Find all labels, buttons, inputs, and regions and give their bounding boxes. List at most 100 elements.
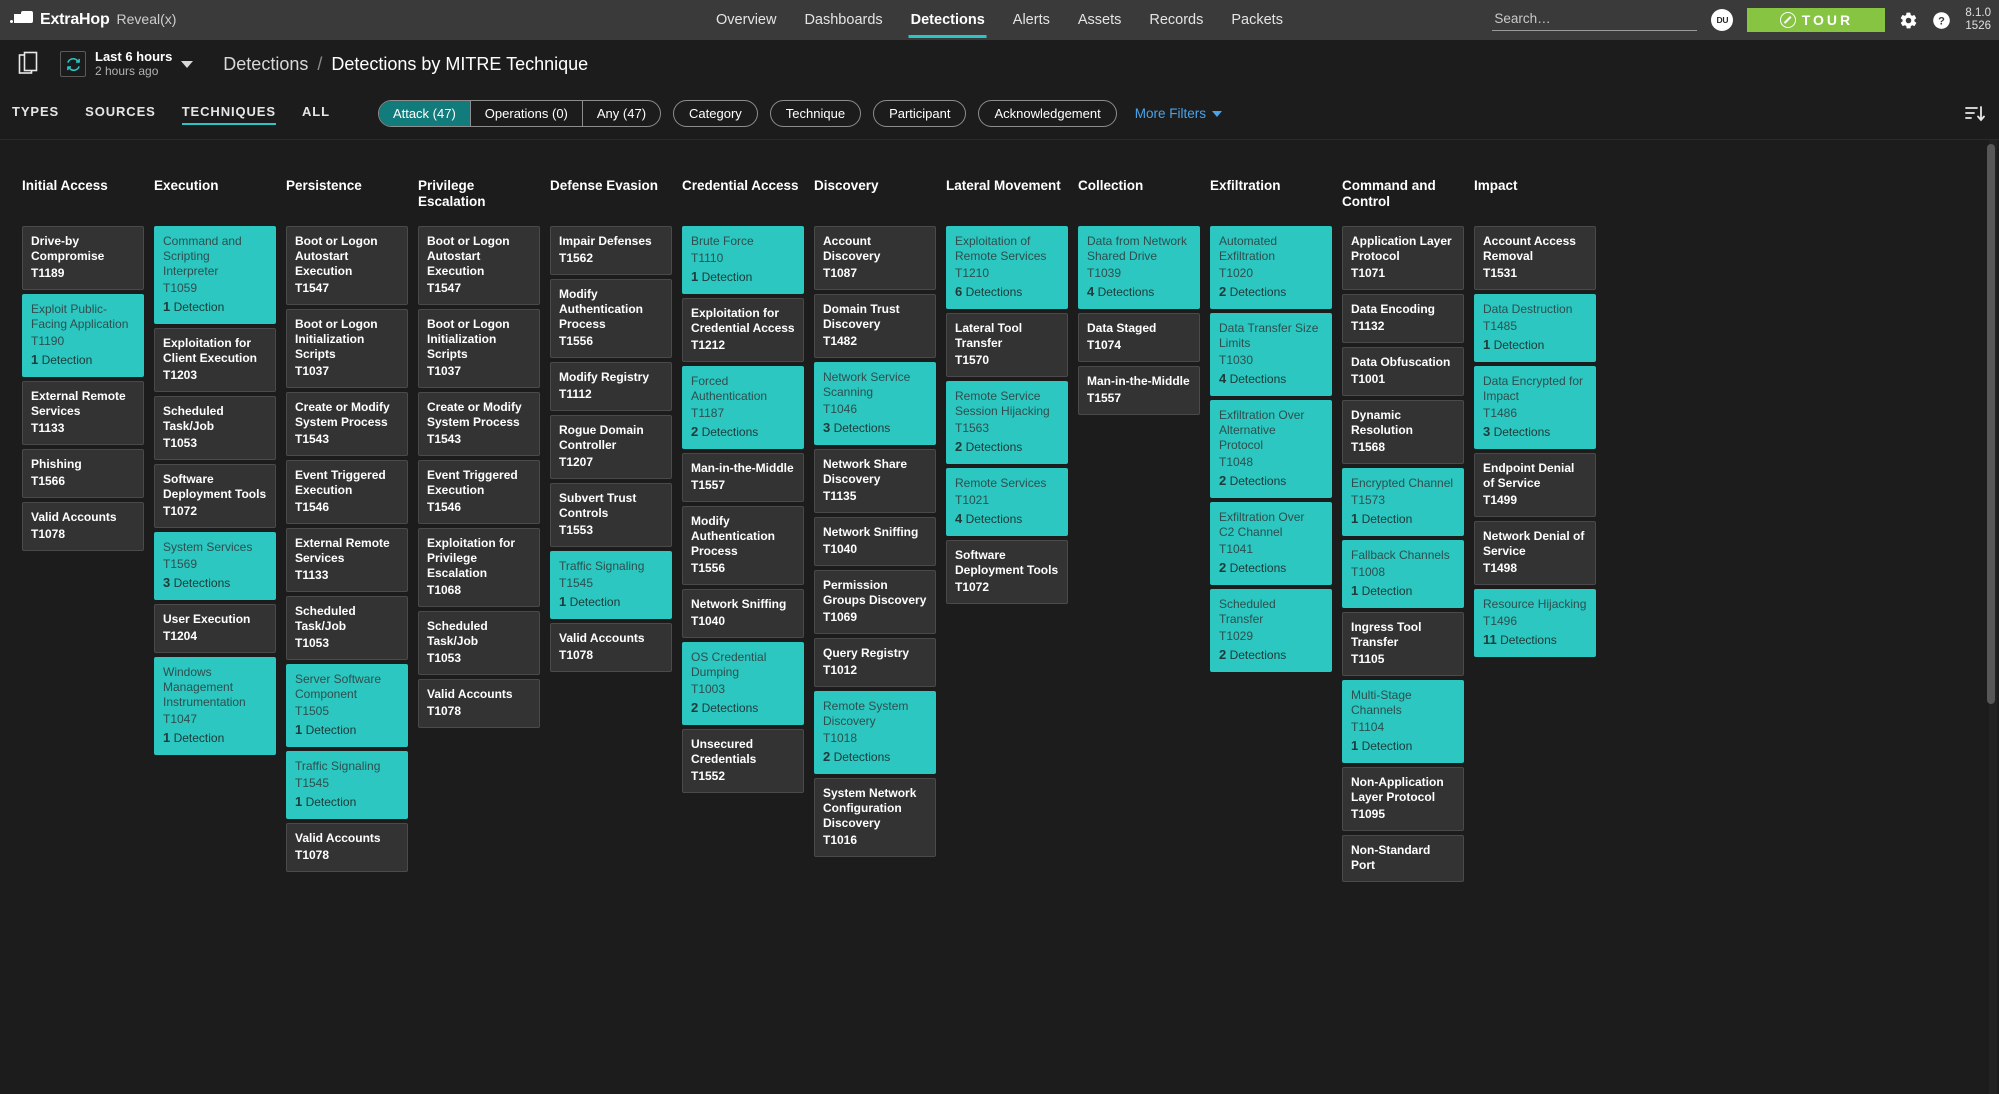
technique-card[interactable]: Windows Management Instrumentation T1047 1… [154,657,276,755]
filter-pill-technique[interactable]: Technique [769,100,862,127]
technique-card[interactable]: External Remote Services T1133 [22,381,144,445]
technique-card[interactable]: Forced Authentication T1187 2 Detections [682,366,804,449]
technique-card[interactable]: Man-in-the-Middle T1557 [682,453,804,502]
technique-card[interactable]: System Network Configuration Discovery T1… [814,778,936,857]
technique-card[interactable]: Multi-Stage Channels T1104 1 Detection [1342,680,1464,763]
technique-card[interactable]: Create or Modify System Process T1543 [418,392,540,456]
technique-card[interactable]: Data Obfuscation T1001 [1342,347,1464,396]
technique-card[interactable]: Resource Hijacking T1496 11 Detections [1474,589,1596,657]
technique-card[interactable]: Drive-by Compromise T1189 [22,226,144,290]
technique-card[interactable]: Boot or Logon Initialization Scripts T103… [418,309,540,388]
technique-card[interactable]: Network Denial of Service T1498 [1474,521,1596,585]
menu-item-dashboards[interactable]: Dashboards [804,0,882,40]
technique-card[interactable]: Fallback Channels T1008 1 Detection [1342,540,1464,608]
technique-card[interactable]: Exploitation for Client Execution T1203 [154,328,276,392]
technique-card[interactable]: Scheduled Task/Job T1053 [286,596,408,660]
technique-card[interactable]: Remote System Discovery T1018 2 Detections [814,691,936,774]
technique-card[interactable]: OS Credential Dumping T1003 2 Detections [682,642,804,725]
technique-card[interactable]: Ingress Tool Transfer T1105 [1342,612,1464,676]
filter-pill-acknowledgement[interactable]: Acknowledgement [978,100,1117,127]
technique-card[interactable]: Unsecured Credentials T1552 [682,729,804,793]
technique-card[interactable]: Data Encrypted for Impact T1486 3 Detectio… [1474,366,1596,449]
segment-any[interactable]: Any (47) [583,101,660,126]
tour-button[interactable]: TOUR [1747,8,1886,32]
technique-card[interactable]: Valid Accounts T1078 [22,502,144,551]
technique-card[interactable]: Subvert Trust Controls T1553 [550,483,672,547]
technique-card[interactable]: Scheduled Task/Job T1053 [418,611,540,675]
technique-card[interactable]: Dynamic Resolution T1568 [1342,400,1464,464]
technique-card[interactable]: Boot or Logon Initialization Scripts T103… [286,309,408,388]
technique-card[interactable]: Man-in-the-Middle T1557 [1078,366,1200,415]
technique-card[interactable]: Boot or Logon Autostart Execution T1547 [418,226,540,305]
gear-icon[interactable] [1899,11,1918,30]
menu-item-overview[interactable]: Overview [716,0,776,40]
technique-card[interactable]: Modify Authentication Process T1556 [682,506,804,585]
tab-sources[interactable]: SOURCES [85,104,156,123]
technique-card[interactable]: Data Transfer Size Limits T1030 4 Detectio… [1210,313,1332,396]
technique-card[interactable]: Exploit Public-Facing Application T1190 1 … [22,294,144,377]
technique-card[interactable]: Non-Standard Port [1342,835,1464,882]
sort-icon[interactable] [1965,105,1985,123]
technique-card[interactable]: Valid Accounts T1078 [418,679,540,728]
technique-card[interactable]: Remote Service Session Hijacking T1563 2 D… [946,381,1068,464]
technique-card[interactable]: Scheduled Task/Job T1053 [154,396,276,460]
technique-card[interactable]: Network Sniffing T1040 [814,517,936,566]
menu-item-packets[interactable]: Packets [1231,0,1283,40]
technique-card[interactable]: Account Discovery T1087 [814,226,936,290]
technique-card[interactable]: Boot or Logon Autostart Execution T1547 [286,226,408,305]
technique-card[interactable]: Lateral Tool Transfer T1570 [946,313,1068,377]
technique-card[interactable]: Network Share Discovery T1135 [814,449,936,513]
technique-card[interactable]: Data Staged T1074 [1078,313,1200,362]
help-icon[interactable]: ? [1932,11,1951,30]
technique-card[interactable]: Phishing T1566 [22,449,144,498]
technique-card[interactable]: Query Registry T1012 [814,638,936,687]
technique-card[interactable]: Traffic Signaling T1545 1 Detection [550,551,672,619]
technique-card[interactable]: Exploitation of Remote Services T1210 6 De… [946,226,1068,309]
technique-card[interactable]: External Remote Services T1133 [286,528,408,592]
tab-techniques[interactable]: TECHNIQUES [181,104,277,125]
technique-card[interactable]: Server Software Component T1505 1 Detectio… [286,664,408,747]
vertical-scrollbar-track[interactable] [1987,140,1997,1094]
technique-card[interactable]: Command and Scripting Interpreter T1059 1 … [154,226,276,324]
menu-item-assets[interactable]: Assets [1078,0,1122,40]
filter-pill-participant[interactable]: Participant [873,100,967,127]
vertical-scrollbar-thumb[interactable] [1987,144,1995,704]
tab-all[interactable]: ALL [302,104,330,123]
technique-card[interactable]: Encrypted Channel T1573 1 Detection [1342,468,1464,536]
breadcrumb-parent[interactable]: Detections [223,54,308,75]
technique-card[interactable]: Software Deployment Tools T1072 [154,464,276,528]
technique-card[interactable]: Exfiltration Over C2 Channel T1041 2 Detec… [1210,502,1332,585]
technique-card[interactable]: Network Sniffing T1040 [682,589,804,638]
technique-card[interactable]: Modify Registry T1112 [550,362,672,411]
technique-card[interactable]: Exfiltration Over Alternative Protocol T1… [1210,400,1332,498]
technique-card[interactable]: Permission Groups Discovery T1069 [814,570,936,634]
menu-item-records[interactable]: Records [1149,0,1203,40]
technique-card[interactable]: Data Destruction T1485 1 Detection [1474,294,1596,362]
panel-toggle-icon[interactable] [12,51,48,77]
technique-card[interactable]: Data Encoding T1132 [1342,294,1464,343]
technique-card[interactable]: Event Triggered Execution T1546 [286,460,408,524]
technique-card[interactable]: Valid Accounts T1078 [550,623,672,672]
technique-card[interactable]: Event Triggered Execution T1546 [418,460,540,524]
brand-logo-group[interactable]: ExtraHop Reveal(x) [0,11,176,29]
technique-card[interactable]: Domain Trust Discovery T1482 [814,294,936,358]
technique-card[interactable]: Non-Application Layer Protocol T1095 [1342,767,1464,831]
technique-card[interactable]: Network Service Scanning T1046 3 Detection… [814,362,936,445]
more-filters-button[interactable]: More Filters [1135,106,1222,121]
technique-card[interactable]: Create or Modify System Process T1543 [286,392,408,456]
segment-attack[interactable]: Attack (47) [378,101,471,126]
technique-card[interactable]: Traffic Signaling T1545 1 Detection [286,751,408,819]
technique-card[interactable]: Remote Services T1021 4 Detections [946,468,1068,536]
technique-card[interactable]: Valid Accounts T1078 [286,823,408,872]
menu-item-alerts[interactable]: Alerts [1013,0,1050,40]
segment-operations[interactable]: Operations (0) [471,101,583,126]
menu-item-detections[interactable]: Detections [908,0,987,40]
technique-card[interactable]: Data from Network Shared Drive T1039 4 Det… [1078,226,1200,309]
time-range-selector[interactable]: Last 6 hours 2 hours ago [60,50,194,78]
technique-card[interactable]: Modify Authentication Process T1556 [550,279,672,358]
technique-card[interactable]: Exploitation for Credential Access T1212 [682,298,804,362]
technique-card[interactable]: Brute Force T1110 1 Detection [682,226,804,294]
technique-card[interactable]: User Execution T1204 [154,604,276,653]
tab-types[interactable]: TYPES [12,104,59,123]
technique-card[interactable]: Application Layer Protocol T1071 [1342,226,1464,290]
